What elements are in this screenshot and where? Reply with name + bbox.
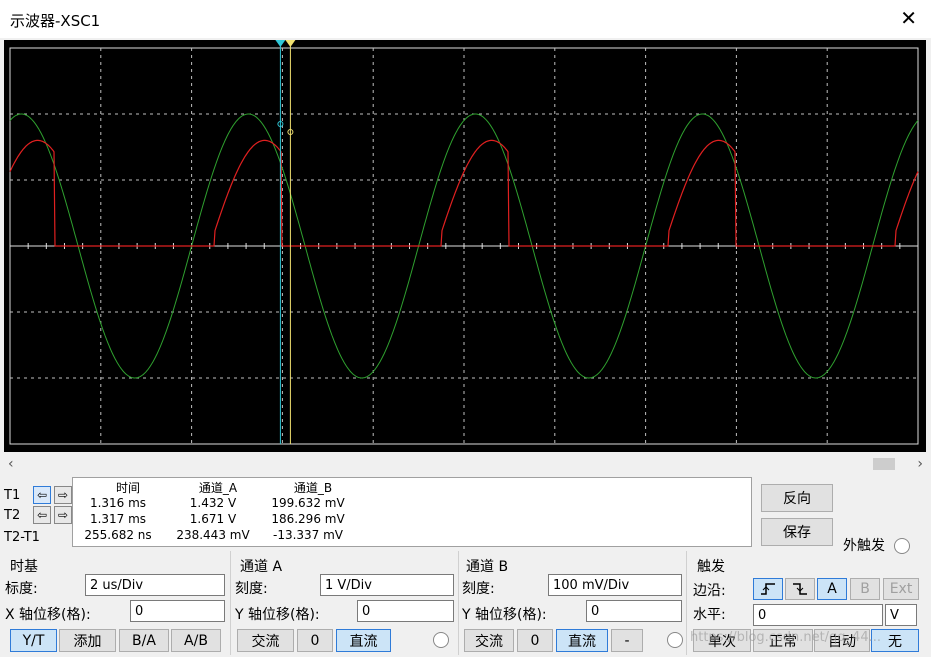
channel-a-ypos-label: Y 轴位移(格):: [235, 607, 320, 623]
trigger-source-a-button[interactable]: A: [817, 578, 847, 600]
channel-a-ac-button[interactable]: 交流: [237, 629, 294, 652]
readout-t1-chb: 199.632 mV: [271, 496, 345, 510]
trigger-title: 触发: [697, 559, 725, 575]
channel-b-dc-button[interactable]: 直流: [556, 629, 608, 652]
group-separator: [230, 551, 231, 655]
channel-b-zero-button[interactable]: 0: [517, 629, 553, 652]
t1-right-arrow-icon[interactable]: ⇨: [54, 486, 72, 504]
cursor-t1-row: T1 ⇦ ⇨: [4, 486, 72, 504]
channel-b-ac-button[interactable]: 交流: [464, 629, 514, 652]
title-bar: 示波器-XSC1 ✕: [0, 0, 931, 38]
readout-header-chb: 通道_B: [293, 481, 333, 495]
channel-a-zero-button[interactable]: 0: [297, 629, 333, 652]
readout-t2-time: 1.317 ms: [89, 512, 147, 526]
channel-b-radio[interactable]: [667, 632, 683, 648]
falling-edge-icon[interactable]: [785, 578, 815, 600]
trigger-level-label: 水平:: [693, 607, 726, 623]
scope-screen[interactable]: [4, 40, 926, 452]
channel-a-scale-label: 刻度:: [235, 581, 268, 597]
scroll-right-icon[interactable]: ›: [917, 456, 923, 472]
channel-a-title: 通道 A: [240, 559, 283, 575]
window-title: 示波器-XSC1: [10, 12, 101, 30]
timebase-xpos-label: X 轴位移(格):: [5, 607, 91, 623]
readout-diff-cha: 238.443 mV: [176, 528, 250, 542]
readout-header-time: 时间: [115, 481, 140, 495]
channel-a-radio[interactable]: [433, 632, 449, 648]
cursor-diff-label: T2-T1: [4, 529, 40, 545]
group-separator: [458, 551, 459, 655]
channel-b-scale-field[interactable]: 100 mV/Div: [548, 574, 682, 596]
watermark: https://blog.csdn.net/qq_44...: [690, 630, 882, 645]
ext-trigger-label: 外触发: [843, 538, 885, 554]
channel-a-ypos-field[interactable]: 0: [357, 600, 454, 622]
ext-trigger-radio[interactable]: [894, 538, 910, 554]
t1-left-arrow-icon[interactable]: ⇦: [33, 486, 51, 504]
waveform-display: [9, 40, 919, 445]
cursor-t2-label: T2: [4, 507, 21, 523]
trigger-source-b-button[interactable]: B: [850, 578, 880, 600]
channel-a-scale-field[interactable]: 1 V/Div: [320, 574, 454, 596]
timebase-title: 时基: [10, 559, 38, 575]
cursor-t2-marker-icon: [285, 40, 296, 47]
trigger-edge-label: 边沿:: [693, 583, 726, 599]
scroll-thumb[interactable]: [873, 458, 895, 470]
horizontal-scrollbar[interactable]: ‹ ›: [0, 456, 931, 472]
channel-b-title: 通道 B: [466, 559, 509, 575]
channel-b-ypos-field[interactable]: 0: [586, 600, 682, 622]
reverse-button[interactable]: 反向: [761, 484, 833, 512]
readout-panel: 时间 通道_A 通道_B 1.316 ms 1.432 V 199.632 mV…: [72, 477, 752, 547]
channel-a-dc-button[interactable]: 直流: [336, 629, 391, 652]
trigger-level-unit[interactable]: V: [885, 604, 917, 626]
timebase-xpos-field[interactable]: 0: [130, 600, 225, 622]
t2-right-arrow-icon[interactable]: ⇨: [54, 506, 72, 524]
channel-b-invert-button[interactable]: -: [611, 629, 643, 652]
rising-edge-icon[interactable]: [753, 578, 783, 600]
timebase-scale-field[interactable]: 2 us/Div: [85, 574, 225, 596]
readout-diff-time: 255.682 ns: [84, 528, 152, 542]
scroll-left-icon[interactable]: ‹: [8, 456, 14, 472]
yt-button[interactable]: Y/T: [10, 629, 57, 652]
t2-left-arrow-icon[interactable]: ⇦: [33, 506, 51, 524]
readout-t2-cha: 1.671 V: [189, 512, 237, 526]
cursor-t1-marker-icon: [275, 40, 286, 47]
save-button[interactable]: 保存: [761, 518, 833, 546]
channel-b-ypos-label: Y 轴位移(格):: [462, 607, 547, 623]
readout-t1-cha: 1.432 V: [189, 496, 237, 510]
trigger-level-field[interactable]: 0: [753, 604, 883, 626]
add-button[interactable]: 添加: [59, 629, 116, 652]
timebase-scale-label: 标度:: [5, 581, 38, 597]
readout-t2-chb: 186.296 mV: [271, 512, 345, 526]
ba-button[interactable]: B/A: [119, 629, 169, 652]
close-icon[interactable]: ✕: [900, 6, 917, 30]
readout-t1-time: 1.316 ms: [89, 496, 147, 510]
readout-diff-chb: -13.337 mV: [272, 528, 344, 542]
trigger-source-ext-button[interactable]: Ext: [883, 578, 919, 600]
readout-header-cha: 通道_A: [198, 481, 238, 495]
cursor-t2-row: T2 ⇦ ⇨: [4, 506, 72, 524]
group-separator: [686, 551, 687, 655]
cursor-t1-label: T1: [4, 487, 21, 503]
channel-b-scale-label: 刻度:: [462, 581, 495, 597]
ab-button[interactable]: A/B: [171, 629, 221, 652]
cursor-diff-row: T2-T1: [4, 528, 40, 546]
